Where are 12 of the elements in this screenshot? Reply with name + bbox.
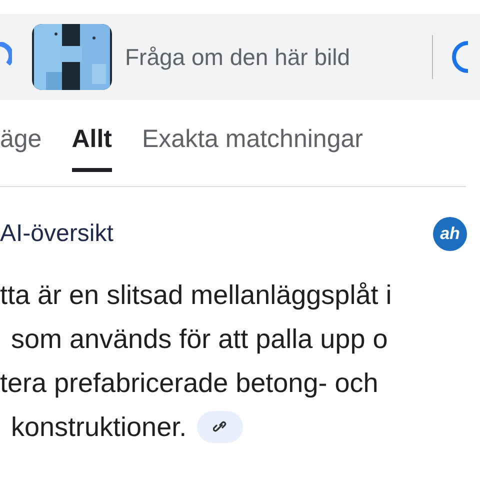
overview-text: konstruktioner. (11, 412, 187, 442)
overview-text: tera prefabricerade betong- och (0, 368, 378, 398)
search-field[interactable]: Fråga om den här bild (125, 44, 430, 70)
tab[interactable]: äge (0, 125, 42, 172)
tab[interactable]: Allt (72, 125, 112, 172)
tab[interactable]: Exakta matchningar (142, 125, 363, 172)
link-button[interactable] (196, 411, 243, 443)
overview-text: tta är en slitsad mellanläggsplåt i (0, 280, 392, 310)
section-title: AI-översikt (0, 220, 114, 248)
overview-text: som används för att palla upp o (11, 324, 388, 354)
link-icon (212, 420, 227, 434)
source-logo[interactable]: ah (433, 217, 467, 251)
